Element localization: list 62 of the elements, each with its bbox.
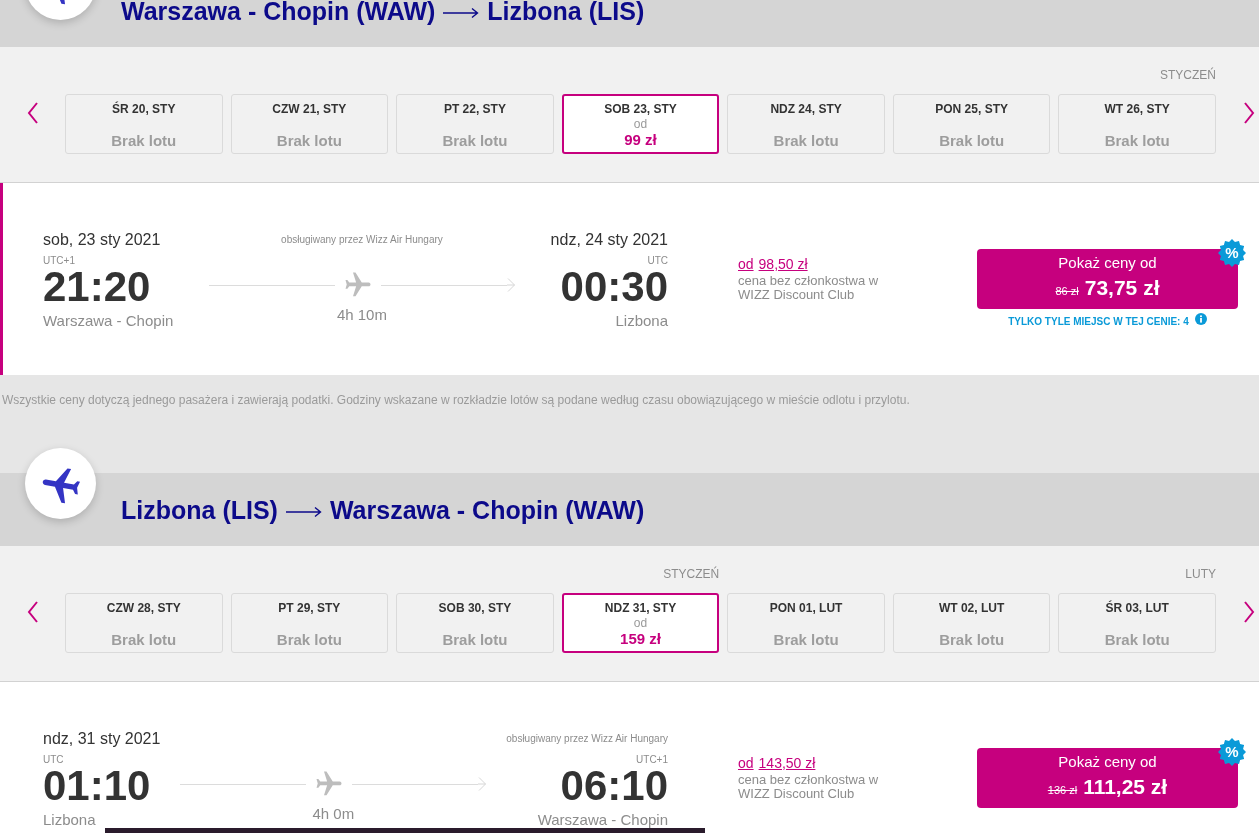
previous-dates-button[interactable]	[26, 601, 39, 623]
timezone-label: UTC	[43, 754, 64, 766]
next-dates-button[interactable]	[1243, 102, 1255, 124]
month-label: LUTY	[1185, 566, 1216, 582]
airport-name: Lizbona	[43, 810, 96, 830]
footnote-text: Wszystkie ceny dotyczą jednego pasażera i zawierają podatki. Godziny wskazane w rozkładzie lotów są podane według czasu obowiązującego w mieście odlotu i przylotu.	[2, 393, 910, 407]
date-card[interactable]: NDZ 31, STY od 159 zł	[561, 593, 720, 653]
arrow-icon	[285, 505, 322, 518]
departure-time: 21:20	[43, 267, 151, 307]
date-card[interactable]: NDZ 24, STY Brak lotu	[727, 94, 885, 154]
membership-note: cena bez członkostwa w WIZZ Discount Club	[738, 274, 880, 302]
plane-icon	[25, 448, 96, 519]
month-label: STYCZEŃ	[663, 566, 720, 582]
arrival-time: 00:30	[560, 267, 668, 307]
price-link[interactable]: od	[738, 255, 754, 273]
price-link[interactable]: 143,50 zł	[758, 754, 816, 772]
date-card[interactable]: PON 01, LUT Brak lotu	[727, 593, 885, 653]
departure-date: sob, 23 sty 2021	[43, 230, 161, 250]
flight-card[interactable]	[0, 183, 1259, 375]
arrival-time: 06:10	[560, 766, 668, 806]
route-origin: Warszawa - Chopin (WAW)	[121, 0, 436, 26]
membership-note: cena bez członkostwa w WIZZ Discount Club	[738, 773, 880, 801]
route-destination: Warszawa - Chopin (WAW)	[329, 494, 645, 525]
airport-name: Warszawa - Chopin	[43, 311, 174, 331]
flight-card[interactable]: ndz, 31 sty 2021 UTC 01:10 Lizbona 4h 0m obsługiwany przez Wizz Air Hungary UTC+1 06:10 Warszawa - Chopin od 143,50 zł cena bez członkostwa w WIZZ Discount Club Pokaż ceny od 136 zł 111,25 zł %	[0, 682, 1259, 833]
airport-name: Lizbona	[615, 311, 668, 331]
date-card[interactable]: SOB 23, STY od 99 zł	[561, 94, 720, 154]
month-label: STYCZEŃ	[1159, 67, 1216, 83]
date-card[interactable]: PT 22, STY Brak lotu	[396, 94, 554, 154]
info-icon[interactable]	[1194, 313, 1207, 325]
date-card[interactable]: SOB 30, STY Brak lotu	[396, 593, 554, 653]
arrowhead-icon	[478, 777, 487, 791]
timezone-label: UTC+1	[43, 255, 75, 267]
route-destination: Lizbona (LIS)	[487, 0, 645, 26]
departure-date: ndz, 31 sty 2021	[43, 729, 161, 749]
date-card[interactable]: CZW 21, STY Brak lotu	[230, 94, 389, 154]
discount-badge: %	[1218, 239, 1246, 267]
date-card[interactable]: CZW 28, STY Brak lotu	[65, 593, 223, 653]
timezone-label: UTC	[647, 255, 668, 267]
timezone-label: UTC+1	[636, 754, 668, 766]
operator-text: obsługiwany przez Wizz Air Hungary	[281, 233, 443, 247]
route-origin: Lizbona (LIS)	[121, 494, 278, 525]
airport-name: Warszawa - Chopin	[537, 810, 668, 830]
date-card[interactable]: ŚR 20, STY Brak lotu	[65, 94, 223, 154]
date-card[interactable]: WT 26, STY Brak lotu	[1058, 94, 1216, 154]
arrowhead-icon	[506, 278, 515, 292]
operator-text: obsługiwany przez Wizz Air Hungary	[506, 732, 668, 746]
price-link[interactable]: 98,50 zł	[758, 255, 808, 273]
discount-badge: %	[1218, 738, 1246, 766]
date-card[interactable]: WT 02, LUT Brak lotu	[892, 593, 1051, 653]
date-card[interactable]: PON 25, STY Brak lotu	[892, 94, 1051, 154]
arrival-date: ndz, 24 sty 2021	[550, 230, 668, 250]
date-card[interactable]: ŚR 03, LUT Brak lotu	[1058, 593, 1216, 653]
flight-duration: 4h 0m	[312, 805, 355, 823]
next-dates-button[interactable]	[1243, 601, 1255, 623]
flight-duration: 4h 10m	[336, 306, 387, 324]
date-card[interactable]: PT 29, STY Brak lotu	[230, 593, 389, 653]
seats-note: TYLKO TYLE MIEJSC W TEJ CENIE: 4	[1008, 315, 1189, 329]
price-link[interactable]: od	[738, 754, 754, 772]
previous-dates-button[interactable]	[26, 102, 39, 124]
arrow-icon	[443, 6, 480, 19]
departure-time: 01:10	[43, 766, 151, 806]
